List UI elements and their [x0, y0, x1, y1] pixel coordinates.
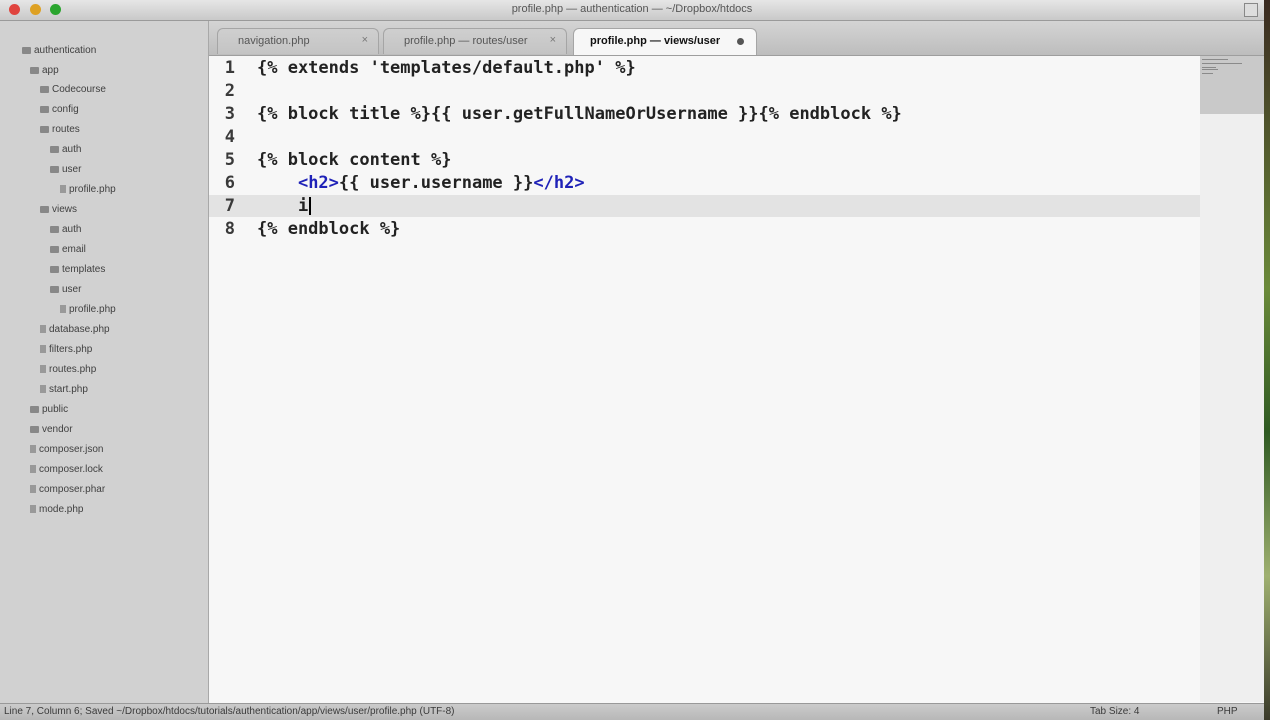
file-icon [30, 485, 36, 494]
tree-item[interactable]: profile.php [60, 304, 116, 315]
tree-item[interactable]: composer.lock [30, 464, 103, 475]
folder-icon [22, 46, 31, 54]
code-line: i [257, 196, 312, 216]
code-editor[interactable]: 1 2 3 4 5 6 7 8 {% extends 'templates/de… [209, 56, 1200, 702]
tree-item[interactable]: user [50, 284, 81, 295]
tree-item[interactable]: authentication [22, 45, 96, 56]
status-bar: Line 7, Column 6; Saved ~/Dropbox/htdocs… [0, 703, 1264, 720]
line-number: 4 [224, 127, 235, 147]
html-close-tag: </h2> [533, 173, 585, 193]
tab-navigation-php[interactable]: navigation.php × [217, 28, 379, 54]
file-icon [30, 445, 36, 454]
code-line: {% block content %} [257, 150, 452, 170]
line-number: 3 [224, 104, 235, 124]
tree-item[interactable]: views [40, 204, 77, 215]
folder-icon [50, 145, 59, 153]
tree-item[interactable]: app [30, 65, 59, 76]
tree-item[interactable]: start.php [40, 384, 88, 395]
code-line: {% endblock %} [257, 219, 401, 239]
minimap-line [1202, 63, 1242, 64]
close-icon[interactable]: × [550, 34, 556, 46]
folder-icon [50, 225, 59, 233]
minimap-line [1202, 59, 1228, 60]
tree-item[interactable]: composer.phar [30, 484, 105, 495]
minimap-line [1202, 69, 1218, 70]
file-icon [30, 465, 36, 474]
tree-item[interactable]: auth [50, 144, 81, 155]
editor-window: profile.php — authentication — ~/Dropbox… [0, 0, 1264, 720]
folder-icon [50, 165, 59, 173]
tree-item[interactable]: public [30, 404, 68, 415]
folder-icon [40, 205, 49, 213]
code-line: {% extends 'templates/default.php' %} [257, 58, 636, 78]
tab-bar: navigation.php × profile.php — routes/us… [209, 21, 1264, 56]
file-icon [60, 305, 66, 314]
folder-icon [40, 85, 49, 93]
code-line: <h2>{{ user.username }}</h2> [257, 173, 585, 193]
tree-item[interactable]: composer.json [30, 444, 103, 455]
text-cursor [309, 197, 312, 215]
tree-item[interactable]: user [50, 164, 81, 175]
sidebar-file-tree[interactable]: authentication app Codecourse config rou… [0, 21, 209, 703]
file-icon [40, 365, 46, 374]
line-gutter: 1 2 3 4 5 6 7 8 [209, 56, 245, 702]
syntax-indicator[interactable]: PHP [1217, 706, 1238, 717]
tab-profile-views-user[interactable]: profile.php — views/user [573, 28, 757, 55]
tab-size-indicator[interactable]: Tab Size: 4 [1090, 706, 1139, 717]
line-number: 5 [224, 150, 235, 170]
folder-icon [50, 245, 59, 253]
tree-item[interactable]: database.php [40, 324, 110, 335]
minimap-line [1202, 73, 1213, 74]
file-icon [40, 325, 46, 334]
folder-icon [50, 285, 59, 293]
folder-icon [30, 425, 39, 433]
tree-item[interactable]: config [40, 104, 79, 115]
code-line: {% block title %}{{ user.getFullNameOrUs… [257, 104, 902, 124]
file-icon [40, 385, 46, 394]
unsaved-dot-icon[interactable] [737, 38, 744, 45]
folder-icon [50, 265, 59, 273]
status-message: Line 7, Column 6; Saved ~/Dropbox/htdocs… [4, 706, 455, 717]
html-open-tag: <h2> [297, 173, 339, 193]
file-icon [30, 505, 36, 514]
minimap-viewport[interactable] [1200, 56, 1264, 114]
tree-item[interactable]: auth [50, 224, 81, 235]
title-bar: profile.php — authentication — ~/Dropbox… [0, 0, 1264, 21]
desktop-background-strip [1264, 0, 1270, 720]
minimap[interactable] [1200, 56, 1264, 702]
tree-item[interactable]: vendor [30, 424, 73, 435]
line-number: 6 [224, 173, 235, 193]
folder-icon [40, 125, 49, 133]
line-number: 8 [224, 219, 235, 239]
tree-item[interactable]: email [50, 244, 86, 255]
folder-icon [40, 105, 49, 113]
tree-item[interactable]: Codecourse [40, 84, 106, 95]
tree-item[interactable]: templates [50, 264, 105, 275]
current-line-highlight [209, 195, 1200, 217]
close-icon[interactable]: × [362, 34, 368, 46]
tab-profile-routes-user[interactable]: profile.php — routes/user × [383, 28, 567, 54]
folder-icon [30, 405, 39, 413]
tree-item[interactable]: profile.php [60, 184, 116, 195]
tree-item[interactable]: mode.php [30, 504, 83, 515]
tree-item[interactable]: filters.php [40, 344, 92, 355]
tree-item[interactable]: routes.php [40, 364, 96, 375]
fullscreen-icon[interactable] [1244, 3, 1258, 17]
folder-icon [30, 66, 39, 74]
file-icon [60, 185, 66, 194]
twig-expression: {{ user.username }} [338, 173, 534, 193]
line-number: 7 [224, 196, 235, 216]
line-number: 2 [224, 81, 235, 101]
window-title: profile.php — authentication — ~/Dropbox… [511, 3, 753, 15]
minimap-line [1202, 67, 1216, 68]
file-icon [40, 345, 46, 354]
line-number: 1 [224, 58, 235, 78]
tree-item[interactable]: routes [40, 124, 80, 135]
